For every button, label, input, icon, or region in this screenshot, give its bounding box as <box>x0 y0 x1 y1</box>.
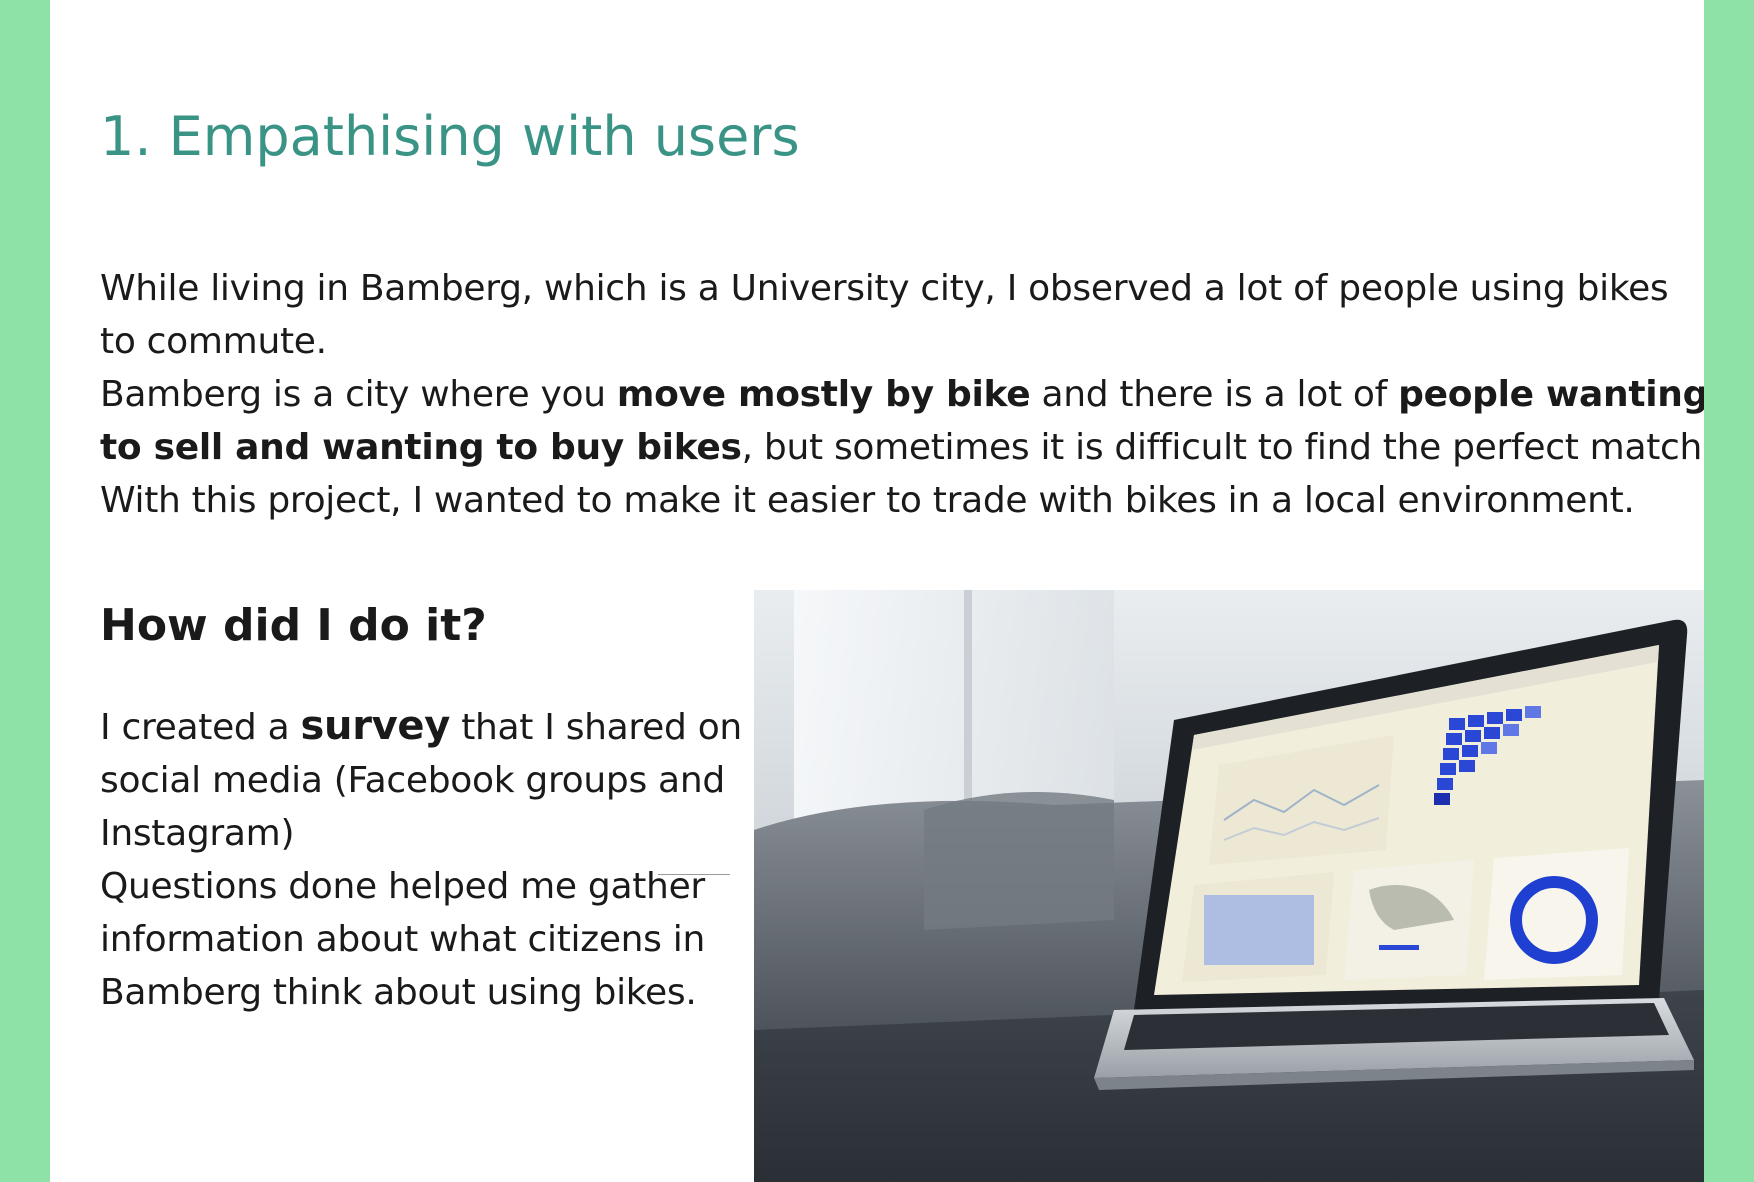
method-text: that I shared on <box>450 707 742 748</box>
method-line: I created a survey that I shared on <box>100 700 742 754</box>
intro-text: , but sometimes it is difficult to find … <box>741 427 1704 468</box>
method-line: Instagram) <box>100 813 295 854</box>
intro-text: and there is a lot of <box>1030 374 1399 415</box>
survey-emphasis: survey <box>300 703 451 749</box>
section-title: 1. Empathising with users <box>100 105 800 168</box>
intro-line: With this project, I wanted to make it e… <box>100 480 1635 521</box>
intro-paragraph: While living in Bamberg, which is a Univ… <box>100 262 1704 527</box>
method-paragraph: I created a survey that I shared on soci… <box>100 700 742 1019</box>
laptop-photo <box>754 590 1704 1182</box>
intro-emphasis: to sell and wanting to buy bikes <box>100 427 742 468</box>
method-text: I created a <box>100 707 301 748</box>
method-line: Bamberg think about using bikes. <box>100 972 697 1013</box>
method-line: information about what citizens in <box>100 919 705 960</box>
intro-line: to sell and wanting to buy bikes, but so… <box>100 421 1704 474</box>
method-line: Questions done helped me gather <box>100 866 705 907</box>
subheading: How did I do it? <box>100 600 487 651</box>
intro-line: to commute. <box>100 321 327 362</box>
intro-line: Bamberg is a city where you move mostly … <box>100 368 1704 421</box>
intro-emphasis: people wanting <box>1398 374 1704 415</box>
intro-text: Bamberg is a city where you <box>100 374 617 415</box>
intro-emphasis: move mostly by bike <box>616 374 1031 415</box>
method-line: social media (Facebook groups and <box>100 760 725 801</box>
divider <box>658 874 730 875</box>
intro-line: While living in Bamberg, which is a Univ… <box>100 268 1669 309</box>
document-page: 1. Empathising with users While living i… <box>50 0 1704 1182</box>
